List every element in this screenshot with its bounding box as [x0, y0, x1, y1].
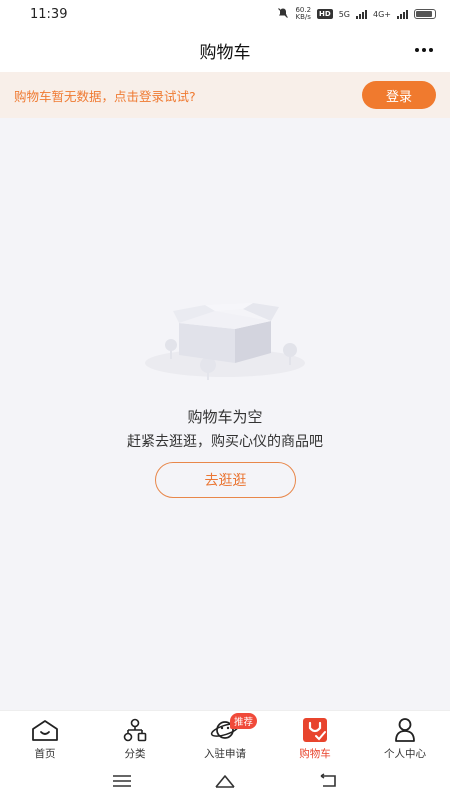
status-bar: 11:39 60.2 KB/s HD 5G 4G+	[0, 0, 450, 28]
signal-icon-2	[397, 9, 408, 19]
nav-label-cart: 购物车	[299, 748, 331, 760]
empty-box-icon	[143, 295, 307, 385]
signal-5g-label: 5G	[338, 9, 350, 19]
empty-cart-subtitle: 赶紧去逛逛，购买心仪的商品吧	[127, 434, 323, 450]
back-icon[interactable]	[313, 771, 343, 791]
login-banner-text[interactable]: 购物车暂无数据，点击登录试试?	[14, 86, 196, 105]
nav-label-apply: 入驻申请	[204, 748, 246, 760]
nav-item-profile[interactable]: 个人中心	[360, 711, 450, 762]
signal-icon	[356, 9, 367, 19]
page-header: 购物车	[0, 28, 450, 72]
go-shopping-button[interactable]: 去逛逛	[155, 462, 296, 498]
user-icon	[390, 717, 420, 743]
menu-icon[interactable]	[107, 771, 137, 791]
home-icon	[30, 717, 60, 743]
cart-icon	[300, 717, 330, 743]
system-nav-bar	[0, 762, 450, 800]
nav-item-home[interactable]: 首页	[0, 711, 90, 762]
category-icon	[120, 717, 150, 743]
login-button[interactable]: 登录	[362, 81, 436, 109]
nav-item-category[interactable]: 分类	[90, 711, 180, 762]
signal-4g-label: 4G+	[373, 9, 391, 19]
login-banner: 购物车暂无数据，点击登录试试? 登录	[0, 72, 450, 118]
nav-label-profile: 个人中心	[384, 748, 426, 760]
battery-icon	[414, 9, 436, 19]
system-home-icon[interactable]	[210, 771, 240, 791]
empty-cart-title: 购物车为空	[187, 408, 263, 426]
status-time: 11:39	[30, 6, 68, 22]
nav-item-cart[interactable]: 购物车	[270, 711, 360, 762]
net-speed-unit: KB/s	[295, 13, 311, 21]
nav-item-apply[interactable]: 推荐 入驻申请	[180, 711, 270, 762]
net-speed: 60.2 KB/s	[295, 7, 311, 21]
page-title: 购物车	[199, 42, 251, 63]
mute-icon	[277, 7, 289, 21]
nav-label-home: 首页	[34, 748, 56, 760]
hd-badge: HD	[317, 9, 333, 19]
status-icons: 60.2 KB/s HD 5G 4G+	[277, 7, 436, 21]
more-dots-icon[interactable]	[412, 40, 436, 60]
nav-label-category: 分类	[124, 748, 146, 760]
bottom-nav: 首页 分类 推荐 入驻申请 购物车 个人中心	[0, 710, 450, 762]
recommend-badge: 推荐	[230, 713, 258, 729]
